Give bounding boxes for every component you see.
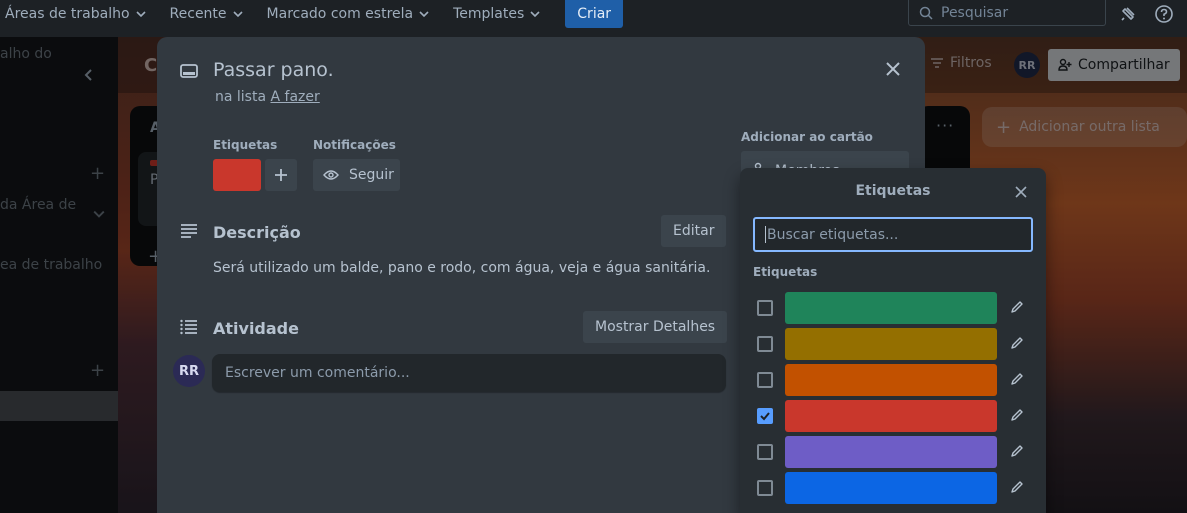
label-option — [753, 292, 1033, 324]
list-link[interactable]: A fazer — [271, 89, 320, 105]
search-labels-input[interactable]: Buscar etiquetas... — [753, 217, 1033, 252]
create-button[interactable]: Criar — [565, 0, 624, 28]
comment-input[interactable]: Escrever um comentário... — [212, 354, 726, 392]
follow-button[interactable]: Seguir — [313, 159, 400, 191]
label-swatch[interactable] — [785, 364, 997, 396]
popover-title: Etiquetas — [855, 183, 931, 199]
pencil-icon[interactable] — [1010, 372, 1024, 386]
show-details-button[interactable]: Mostrar Detalhes — [583, 311, 728, 343]
pencil-icon[interactable] — [1010, 444, 1024, 458]
pencil-icon[interactable] — [1010, 300, 1024, 314]
card-icon — [180, 64, 198, 78]
label-swatch[interactable] — [785, 292, 997, 324]
label-option — [753, 328, 1033, 360]
label-swatch[interactable] — [785, 472, 997, 504]
nav-recent-label: Recente — [169, 6, 227, 22]
edit-description-button[interactable]: Editar — [661, 215, 727, 247]
search-labels-placeholder: Buscar etiquetas... — [767, 226, 899, 243]
text-caret — [765, 226, 766, 243]
card-list-info: na lista A fazer — [215, 89, 320, 105]
nav-workspaces[interactable]: Áreas de trabalho — [0, 0, 158, 28]
label-swatch[interactable] — [785, 436, 997, 468]
label-checkbox[interactable] — [757, 444, 773, 460]
applied-label[interactable] — [213, 159, 261, 191]
follow-label: Seguir — [349, 167, 394, 183]
pencil-icon[interactable] — [1010, 336, 1024, 350]
nav-recent[interactable]: Recente — [158, 0, 255, 28]
pencil-icon[interactable] — [1010, 480, 1024, 494]
in-list-prefix: na lista — [215, 89, 267, 105]
label-checkbox[interactable] — [757, 336, 773, 352]
nav-templates[interactable]: Templates — [441, 0, 552, 28]
close-icon[interactable] — [883, 59, 903, 79]
search-placeholder: Pesquisar — [941, 4, 1009, 21]
label-option — [753, 436, 1033, 468]
description-heading: Descrição — [213, 223, 301, 242]
top-nav-bar: Áreas de trabalho Recente Marcado com es… — [0, 0, 1187, 28]
nav-workspaces-label: Áreas de trabalho — [5, 6, 130, 22]
check-icon — [760, 412, 770, 421]
label-checkbox[interactable] — [757, 300, 773, 316]
labels-popover: Etiquetas Buscar etiquetas... Etiquetas — [740, 168, 1046, 513]
label-option — [753, 472, 1033, 504]
add-to-card-heading: Adicionar ao cartão — [741, 130, 873, 144]
labels-heading: Etiquetas — [213, 138, 278, 152]
labels-section-heading: Etiquetas — [753, 265, 818, 279]
chevron-down-icon — [419, 11, 429, 18]
description-icon — [181, 224, 197, 238]
chevron-down-icon — [232, 11, 243, 18]
nav-starred[interactable]: Marcado com estrela — [255, 0, 442, 28]
label-swatch[interactable] — [785, 400, 997, 432]
card-title[interactable]: Passar pano. — [213, 59, 334, 81]
eye-icon — [323, 170, 339, 180]
notifications-icon[interactable] — [1118, 4, 1138, 24]
close-icon[interactable] — [1013, 184, 1029, 200]
pencil-icon[interactable] — [1010, 408, 1024, 422]
label-option — [753, 400, 1033, 432]
label-swatch[interactable] — [785, 328, 997, 360]
plus-icon — [275, 169, 287, 181]
chevron-down-icon — [135, 11, 146, 18]
search-icon — [919, 6, 933, 20]
activity-icon — [180, 319, 197, 335]
avatar[interactable]: RR — [173, 355, 205, 387]
nav-starred-label: Marcado com estrela — [266, 6, 414, 22]
add-label-button[interactable] — [265, 159, 297, 191]
label-checkbox[interactable] — [757, 480, 773, 496]
help-icon[interactable] — [1154, 4, 1174, 24]
activity-heading: Atividade — [213, 319, 299, 338]
nav-templates-label: Templates — [453, 6, 525, 22]
label-checkbox[interactable] — [757, 408, 773, 424]
card-description[interactable]: Será utilizado um balde, pano e rodo, co… — [213, 260, 710, 276]
label-option — [753, 364, 1033, 396]
chevron-down-icon — [530, 11, 540, 18]
top-nav: Áreas de trabalho Recente Marcado com es… — [0, 0, 624, 28]
notifications-heading: Notificações — [313, 138, 396, 152]
label-checkbox[interactable] — [757, 372, 773, 388]
search-input[interactable]: Pesquisar — [908, 0, 1106, 26]
